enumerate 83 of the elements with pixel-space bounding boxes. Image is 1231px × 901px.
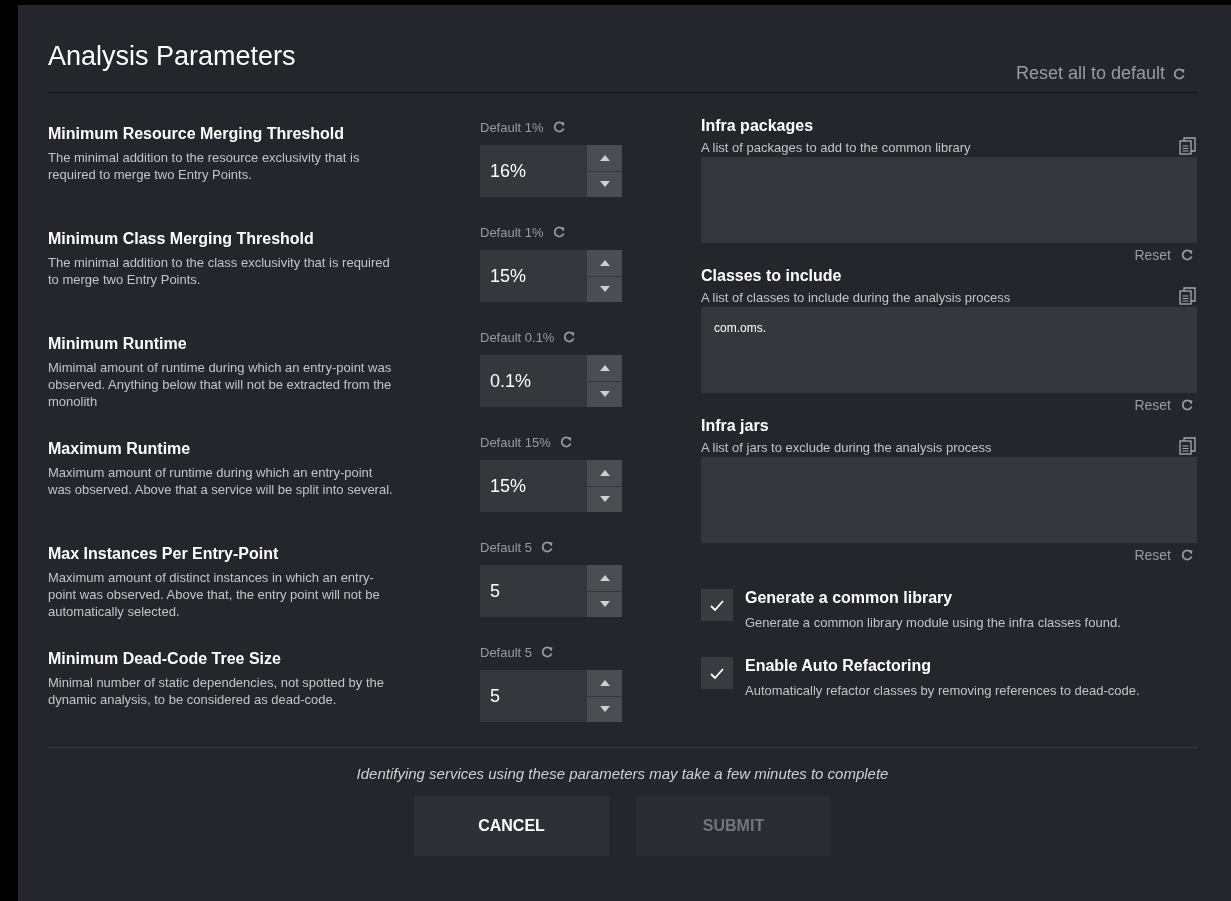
parameter-title: Minimum Class Merging Threshold: [48, 230, 315, 248]
reset-icon[interactable]: [563, 331, 576, 343]
parameter-description: The minimal addition to the resource exclusivity that is required to merge two Entry Points.: [48, 149, 361, 183]
checkbox[interactable]: [701, 657, 733, 689]
down-arrow-icon: [599, 286, 610, 293]
list-title: Infra jars: [701, 417, 770, 435]
up-arrow-icon: [599, 574, 610, 581]
down-arrow-icon: [599, 601, 610, 608]
reset-icon[interactable]: [1181, 399, 1193, 411]
copy-icon[interactable]: [1179, 287, 1197, 305]
number-input[interactable]: 16%: [480, 145, 587, 197]
default-label: Default 0.1%: [480, 329, 555, 345]
up-arrow-icon: [599, 679, 610, 686]
decrement-button[interactable]: [587, 486, 622, 512]
down-arrow-icon: [599, 706, 610, 713]
option-label: Generate a common library: [745, 589, 954, 607]
decrement-button[interactable]: [587, 171, 622, 197]
check-icon: [710, 667, 724, 679]
up-arrow-icon: [599, 154, 610, 161]
decrement-button[interactable]: [587, 591, 622, 617]
copy-icon[interactable]: [1179, 437, 1197, 455]
increment-button[interactable]: [587, 250, 622, 276]
parameter-title: Max Instances Per Entry-Point: [48, 545, 280, 563]
parameter-title: Minimum Dead-Code Tree Size: [48, 650, 282, 668]
number-input[interactable]: 15%: [480, 460, 587, 512]
parameter-description: Maximum amount of distinct instances in which an entry-point was observed. Above that, the entry point will not be automatically selected.: [48, 569, 381, 620]
list-title: Infra packages: [701, 117, 815, 135]
parameter-description: The minimal addition to the class exclusivity that is required to merge two Entry Points.: [48, 254, 391, 288]
list-textarea[interactable]: com.oms.: [701, 307, 1197, 393]
dialog-title: Analysis Parameters: [48, 41, 296, 72]
reset-icon[interactable]: [552, 121, 565, 133]
decrement-button[interactable]: [587, 381, 622, 407]
parameter-title: Maximum Runtime: [48, 440, 192, 458]
decrement-button[interactable]: [587, 696, 622, 722]
number-input[interactable]: 15%: [480, 250, 587, 302]
up-arrow-icon: [599, 364, 610, 371]
number-input[interactable]: 5: [480, 670, 587, 722]
parameter-title: Minimum Resource Merging Threshold: [48, 125, 346, 143]
down-arrow-icon: [599, 391, 610, 398]
copy-icon[interactable]: [1179, 137, 1197, 155]
reset-button[interactable]: Reset: [1134, 547, 1171, 563]
cancel-button[interactable]: CANCEL: [414, 796, 609, 856]
reset-icon[interactable]: [552, 226, 565, 238]
reset-icon[interactable]: [1181, 249, 1193, 261]
reset-all-button[interactable]: Reset all to default: [1015, 63, 1165, 84]
up-arrow-icon: [599, 259, 610, 266]
reset-icon[interactable]: [559, 436, 572, 448]
reset-button[interactable]: Reset: [1134, 247, 1171, 263]
check-icon: [710, 599, 724, 611]
reset-icon[interactable]: [1181, 549, 1193, 561]
increment-button[interactable]: [587, 670, 622, 696]
parameter-description: Minimal number of static dependencies, not spotted by the dynamic analysis, to be considered as dead-code.: [48, 674, 386, 708]
default-label: Default 1%: [480, 224, 544, 240]
decrement-button[interactable]: [587, 276, 622, 302]
parameter-title: Minimum Runtime: [48, 335, 188, 353]
increment-button[interactable]: [587, 460, 622, 486]
list-description: A list of jars to exclude during the analysis process: [701, 440, 992, 455]
reset-icon[interactable]: [1173, 67, 1185, 80]
increment-button[interactable]: [587, 565, 622, 591]
parameter-description: Mimimal amount of runtime during which an entry-point was observed. Anything below that will not be extracted from the monolith: [48, 359, 393, 410]
default-label: Default 5: [480, 539, 533, 555]
increment-button[interactable]: [587, 355, 622, 381]
reset-button[interactable]: Reset: [1134, 397, 1171, 413]
option-label: Enable Auto Refactoring: [745, 657, 933, 675]
up-arrow-icon: [599, 469, 610, 476]
increment-button[interactable]: [587, 145, 622, 171]
default-label: Default 5: [480, 644, 533, 660]
parameter-description: Maximum amount of runtime during which an entry-point was observed. Above that a service will be split into several.: [48, 464, 393, 498]
down-arrow-icon: [599, 181, 610, 188]
number-input[interactable]: 0.1%: [480, 355, 587, 407]
reset-icon[interactable]: [541, 646, 554, 658]
option-description: Generate a common library module using the infra classes found.: [745, 614, 1122, 632]
checkbox[interactable]: [701, 589, 733, 621]
down-arrow-icon: [599, 496, 610, 503]
list-description: A list of classes to include during the analysis process: [701, 290, 1011, 305]
number-input[interactable]: 5: [480, 565, 587, 617]
option-description: Automatically refactor classes by removing references to dead-code.: [745, 682, 1141, 700]
default-label: Default 1%: [480, 119, 544, 135]
info-note: Identifying services using these parameters may take a few minutes to complete: [356, 765, 889, 782]
list-title: Classes to include: [701, 267, 843, 285]
reset-icon[interactable]: [541, 541, 554, 553]
default-label: Default 15%: [480, 434, 551, 450]
list-description: A list of packages to add to the common library: [701, 140, 971, 155]
